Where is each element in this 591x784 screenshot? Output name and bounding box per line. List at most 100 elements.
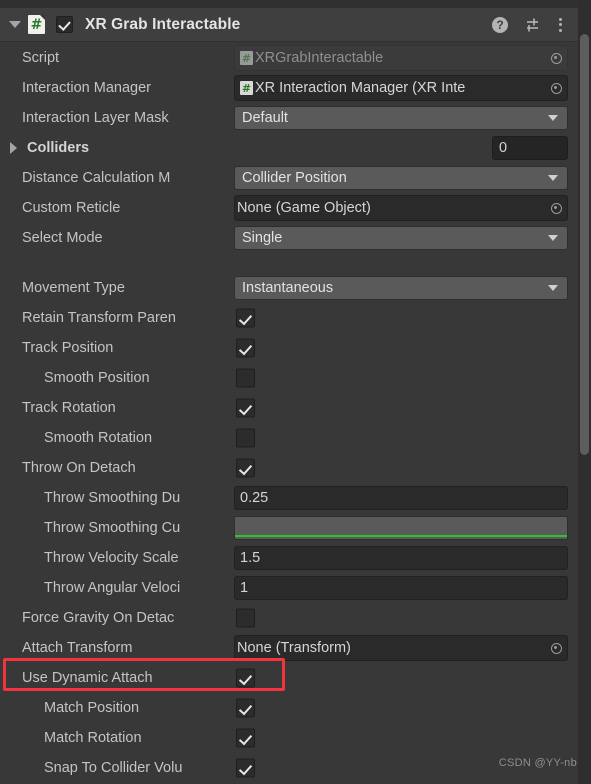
csharp-script-mini-icon: # <box>240 51 253 65</box>
header-actions: ? <box>492 16 578 33</box>
number-input-throw-velocity-scale[interactable]: 1.5 <box>234 546 568 570</box>
dropdown-movement-type[interactable]: Instantaneous <box>234 276 568 300</box>
property-label-interaction-manager: Interaction Manager <box>22 80 151 96</box>
property-label-colliders: Colliders <box>27 140 90 156</box>
three-dots-menu-icon[interactable] <box>558 17 562 33</box>
target-circle-glyph <box>550 202 562 214</box>
property-label-interaction-layer-mask: Interaction Layer Mask <box>22 110 169 126</box>
chevron-right-icon[interactable] <box>10 142 17 154</box>
checkbox-force-gravity-on-detach[interactable] <box>236 608 255 628</box>
vertical-scrollbar-thumb[interactable] <box>580 34 589 455</box>
object-field-value-custom-reticle: None (Game Object) <box>237 200 371 216</box>
curve-line-graphic <box>235 535 567 537</box>
component-properties: Script # XRGrabInteractable Interaction Man… <box>0 43 578 784</box>
property-row-colliders: Colliders 0 <box>0 133 578 163</box>
property-row-force-gravity-on-detach: Force Gravity On Detac <box>0 603 578 633</box>
dropdown-distance-calculation-mode[interactable]: Collider Position <box>234 166 568 190</box>
component-header[interactable]: # XR Grab Interactable ? <box>0 8 578 42</box>
dropdown-value-distance-calculation-mode: Collider Position <box>242 170 347 186</box>
property-row-track-position: Track Position <box>0 333 578 363</box>
property-row-script: Script # XRGrabInteractable <box>0 43 578 73</box>
number-input-throw-smoothing-duration[interactable]: 0.25 <box>234 486 568 510</box>
property-row-match-position: Match Position <box>0 693 578 723</box>
object-picker-icon[interactable] <box>546 47 566 69</box>
component-foldout-toggle[interactable] <box>5 21 25 28</box>
preset-sliders-icon[interactable] <box>525 17 541 33</box>
chevron-down-icon <box>548 115 558 121</box>
object-field-attach-transform[interactable]: None (Transform) <box>234 635 568 661</box>
property-row-track-rotation: Track Rotation <box>0 393 578 423</box>
property-label-throw-velocity-scale: Throw Velocity Scale <box>44 550 179 566</box>
target-circle-glyph <box>550 642 562 654</box>
property-label-track-rotation: Track Rotation <box>22 400 116 416</box>
object-field-custom-reticle[interactable]: None (Game Object) <box>234 195 568 221</box>
property-row-attach-transform: Attach Transform None (Transform) <box>0 633 578 663</box>
checkbox-match-position[interactable] <box>236 698 255 718</box>
property-label-throw-smoothing-duration: Throw Smoothing Du <box>44 490 181 506</box>
property-label-attach-transform: Attach Transform <box>22 640 133 656</box>
checkbox-smooth-rotation[interactable] <box>236 428 255 448</box>
property-label-force-gravity-on-detach: Force Gravity On Detac <box>22 610 175 626</box>
checkbox-match-rotation[interactable] <box>236 728 255 748</box>
component-enabled-checkbox[interactable] <box>56 16 73 33</box>
property-label-smooth-rotation: Smooth Rotation <box>44 430 153 446</box>
chevron-right-glyph <box>10 142 17 154</box>
property-row-throw-smoothing-duration: Throw Smoothing Du 0.25 <box>0 483 578 513</box>
property-row-distance-calculation-mode: Distance Calculation M Collider Position <box>0 163 578 193</box>
property-label-retain-transform-parent: Retain Transform Paren <box>22 310 176 326</box>
property-label-throw-angular-velocity-scale: Throw Angular Veloci <box>44 580 181 596</box>
property-row-interaction-manager: Interaction Manager # XR Interaction Manag… <box>0 73 578 103</box>
property-label-match-rotation: Match Rotation <box>44 730 142 746</box>
checkbox-snap-to-collider-volume[interactable] <box>236 758 255 778</box>
dropdown-value-select-mode: Single <box>242 230 283 246</box>
property-row-select-mode: Select Mode Single <box>0 223 578 253</box>
object-field-value-attach-transform: None (Transform) <box>237 640 351 656</box>
csharp-script-mini-icon: # <box>240 81 253 95</box>
chevron-down-icon <box>9 21 21 28</box>
number-input-throw-angular-velocity-scale[interactable]: 1 <box>234 576 568 600</box>
target-circle-glyph <box>550 82 562 94</box>
target-circle-glyph <box>550 52 562 64</box>
array-size-input-colliders[interactable]: 0 <box>492 136 568 160</box>
checkbox-retain-transform-parent[interactable] <box>236 308 255 328</box>
panel-top-strip <box>0 0 578 8</box>
property-label-distance-calculation-mode: Distance Calculation M <box>22 170 171 186</box>
unity-inspector-panel: # XR Grab Interactable ? Script # XRGrabIn… <box>0 0 591 784</box>
property-label-custom-reticle: Custom Reticle <box>22 200 121 216</box>
property-row-custom-reticle: Custom Reticle None (Game Object) <box>0 193 578 223</box>
property-label-movement-type: Movement Type <box>22 280 125 296</box>
component-title: XR Grab Interactable <box>85 15 241 33</box>
property-label-throw-smoothing-curve: Throw Smoothing Cu <box>44 520 181 536</box>
checkbox-track-position[interactable] <box>236 338 255 358</box>
checkbox-throw-on-detach[interactable] <box>236 458 255 478</box>
property-row-movement-type: Movement Type Instantaneous <box>0 273 578 303</box>
object-picker-icon[interactable] <box>546 77 566 99</box>
animation-curve-field-throw-smoothing-curve[interactable] <box>234 516 568 540</box>
property-label-match-position: Match Position <box>44 700 140 716</box>
checkbox-smooth-position[interactable] <box>236 368 255 388</box>
watermark-text: CSDN @YY-nb <box>498 757 577 769</box>
object-picker-icon[interactable] <box>546 197 566 219</box>
checkbox-track-rotation[interactable] <box>236 398 255 418</box>
property-row-smooth-position: Smooth Position <box>0 363 578 393</box>
object-field-interaction-manager[interactable]: # XR Interaction Manager (XR Inte <box>234 75 568 101</box>
property-label-track-position: Track Position <box>22 340 114 356</box>
dropdown-value-interaction-layer-mask: Default <box>242 110 288 126</box>
property-label-smooth-position: Smooth Position <box>44 370 150 386</box>
property-row-interaction-layer-mask: Interaction Layer Mask Default <box>0 103 578 133</box>
object-picker-icon[interactable] <box>546 637 566 659</box>
property-label-use-dynamic-attach: Use Dynamic Attach <box>22 670 153 686</box>
row-spacer <box>0 253 578 273</box>
chevron-down-icon <box>548 175 558 181</box>
property-row-throw-angular-velocity-scale: Throw Angular Veloci 1 <box>0 573 578 603</box>
property-row-throw-velocity-scale: Throw Velocity Scale 1.5 <box>0 543 578 573</box>
property-row-throw-smoothing-curve: Throw Smoothing Cu <box>0 513 578 543</box>
property-label-script: Script <box>22 50 60 66</box>
object-field-script[interactable]: # XRGrabInteractable <box>234 45 568 71</box>
checkbox-use-dynamic-attach[interactable] <box>236 668 255 688</box>
property-row-snap-to-collider-volume: Snap To Collider Volu <box>0 753 578 783</box>
help-icon[interactable]: ? <box>492 16 508 33</box>
dropdown-select-mode[interactable]: Single <box>234 226 568 250</box>
property-row-retain-transform-parent: Retain Transform Paren <box>0 303 578 333</box>
dropdown-interaction-layer-mask[interactable]: Default <box>234 106 568 130</box>
